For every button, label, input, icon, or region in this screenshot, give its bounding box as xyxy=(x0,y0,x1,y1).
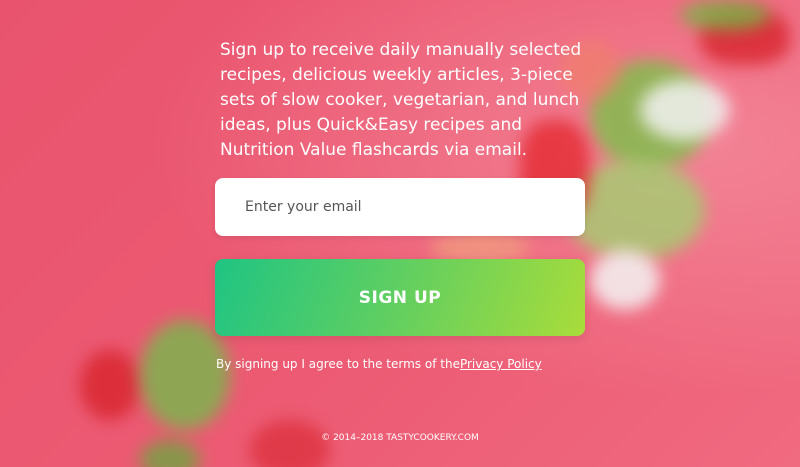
privacy-policy-link[interactable]: Privacy Policy xyxy=(460,357,542,371)
terms-text: By signing up I agree to the terms of th… xyxy=(216,357,460,371)
signup-section: Sign up to receive daily manually select… xyxy=(0,0,800,467)
email-field[interactable] xyxy=(215,178,585,236)
terms-notice: By signing up I agree to the terms of th… xyxy=(216,357,636,371)
signup-intro-text: Sign up to receive daily manually select… xyxy=(220,40,582,160)
sign-up-button[interactable]: SIGN UP xyxy=(215,259,585,336)
copyright-footer: © 2014–2018 TASTYCOOKERY.COM xyxy=(321,433,479,443)
